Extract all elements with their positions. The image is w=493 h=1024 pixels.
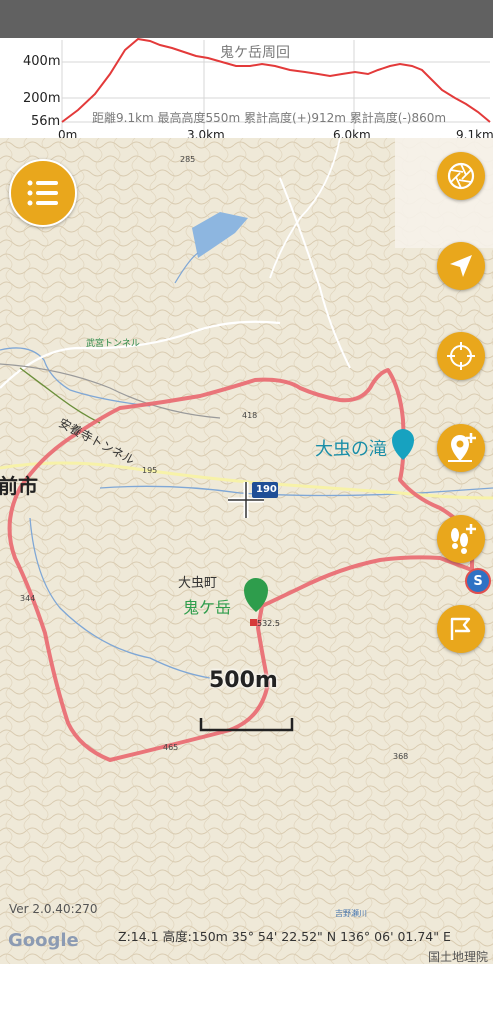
elevation-285: 285 [180,155,196,164]
elevation-418: 418 [242,411,258,420]
start-marker: S [465,568,491,594]
profile-title: 鬼ケ岳周回 [220,45,290,61]
y-label-400: 400m [23,54,61,69]
coordinates-readout: Z:14.1 高度:150m 35° 54' 22.52" N 136° 06'… [118,929,451,944]
elevation-368: 368 [393,752,409,761]
elevation-195: 195 [142,466,158,475]
layers-button[interactable] [437,152,485,200]
waterfall-label: 大虫の滝 [315,439,387,460]
navigation-area [0,964,493,1024]
crosshair-icon [447,342,475,370]
city-label: 越前市 [0,474,38,498]
add-track-button[interactable] [437,515,485,563]
menu-icon [27,180,58,206]
elevation-344: 344 [20,594,36,603]
menu-button[interactable] [9,159,77,227]
scale-label: 500m [209,668,278,693]
map-view[interactable]: 武宮トンネル 安養寺トンネル 越前市 大虫の滝 190 大虫町 鬼ケ岳 500m… [0,138,493,964]
add-location-icon [448,433,476,462]
elevation-465: 465 [163,743,179,752]
x-label-6km: 6.0km [333,128,371,138]
map-info-bar: Ver 2.0.40:270 Google Z:14.1 高度:150m 35°… [0,896,493,964]
town-label: 大虫町 [178,576,218,591]
attribution-text: 国土地理院 [428,950,489,964]
elevation-peak: 532.5 [257,619,280,628]
crosshair-button[interactable] [437,332,485,380]
locate-button[interactable] [437,242,485,290]
google-logo: Google [8,930,79,951]
x-label-3km: 3.0km [187,128,225,138]
version-text: Ver 2.0.40:270 [9,902,98,916]
y-label-200: 200m [23,91,61,106]
x-label-0: 0m [58,128,78,138]
y-label-56: 56m [31,114,61,129]
status-bar [0,0,493,38]
route-number: 190 [256,484,277,495]
flag-icon [450,617,471,640]
shutter-icon [447,162,475,190]
summit-marker [250,619,257,626]
flag-button[interactable] [437,605,485,653]
profile-stats: 距離9.1km 最高高度550m 累計高度(+)912m 累計高度(-)860m [92,111,447,125]
topographic-map [0,138,493,964]
x-label-9km: 9.1km [456,128,493,138]
elevation-profile[interactable]: 鬼ケ岳周回 400m 200m 56m 距離9.1km 最高高度550m 累計高… [0,38,493,138]
tunnel-label-bukyo: 武宮トンネル [86,339,140,349]
add-place-button[interactable] [437,424,485,472]
peak-label: 鬼ケ岳 [183,598,232,617]
add-footprints-icon [451,524,476,554]
navigation-arrow-icon [450,255,472,277]
